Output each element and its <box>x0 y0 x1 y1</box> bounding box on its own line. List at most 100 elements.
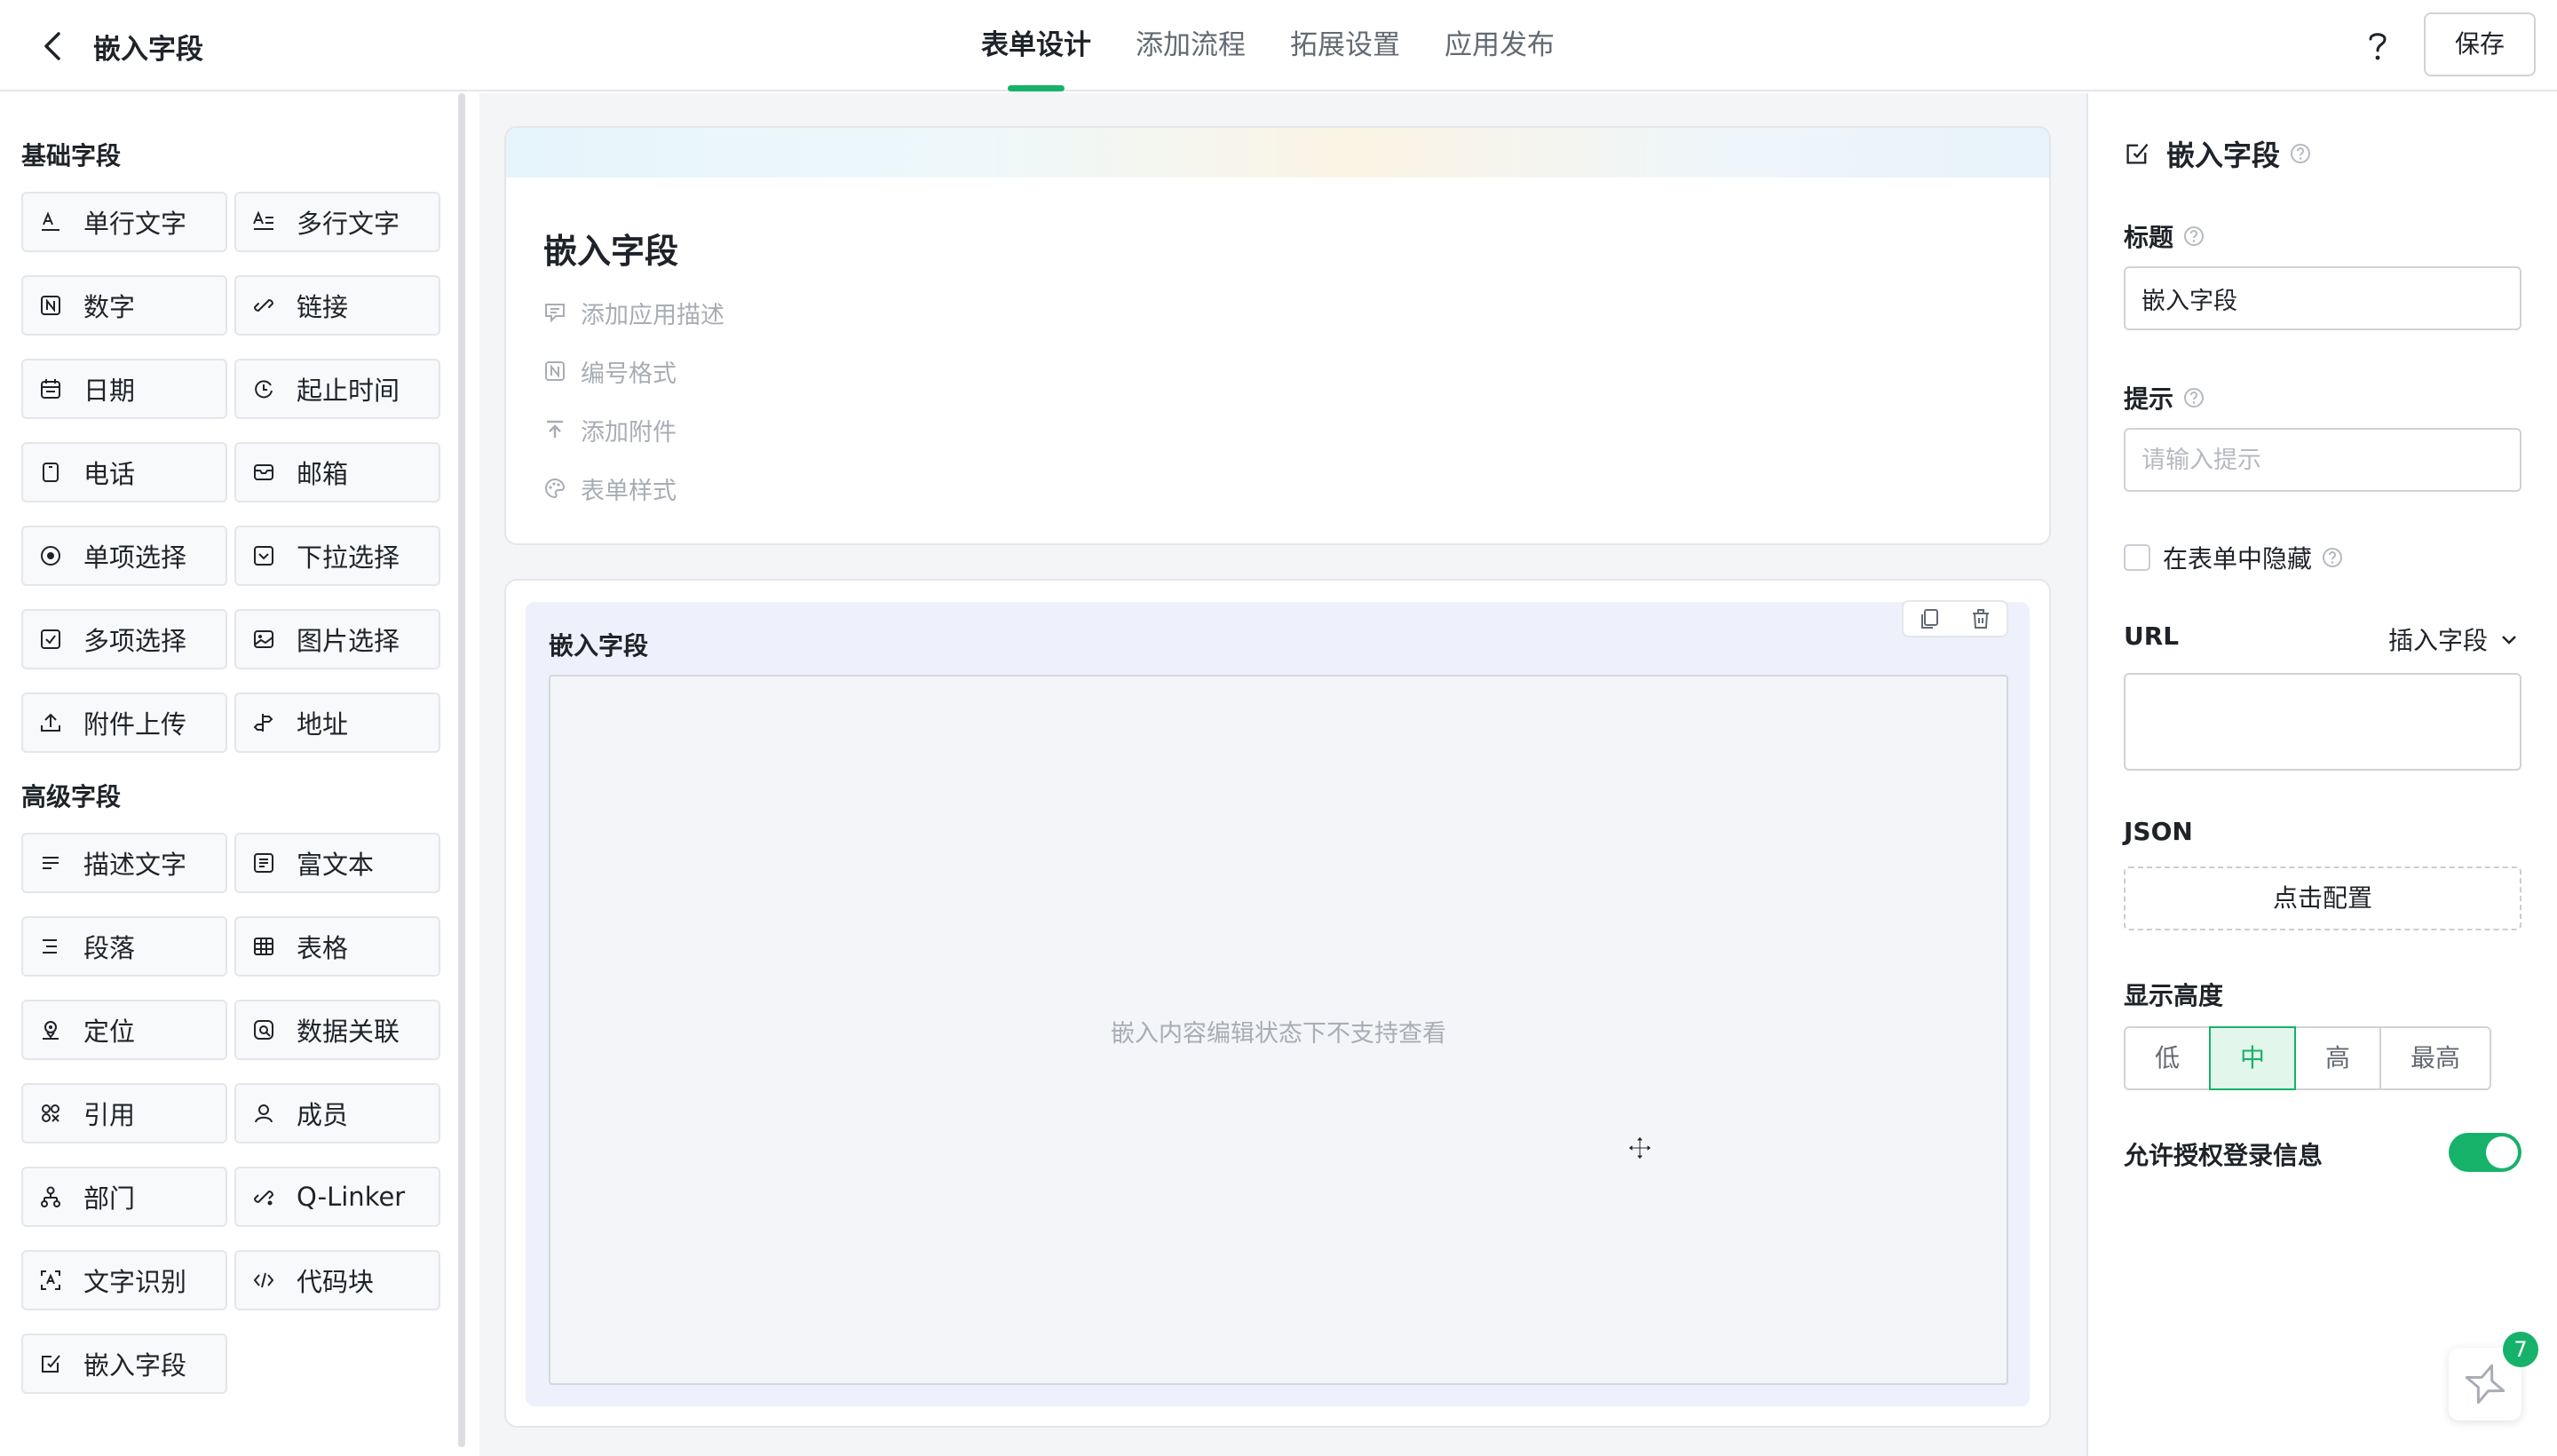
field-paragraph[interactable]: 段落 <box>21 916 227 977</box>
tab-label: 应用发布 <box>1445 29 1555 61</box>
properties-title: 嵌入字段 <box>2166 138 2281 172</box>
hint-help-icon[interactable] <box>2182 386 2205 409</box>
embed-preview-area: 嵌入内容编辑状态下不支持查看 <box>549 675 2008 1385</box>
field-multi-choice[interactable]: 多项选择 <box>21 609 227 669</box>
form-header-card[interactable]: 嵌入字段 添加应用描述 编号格式 添加附件 表单样式 <box>504 126 2051 545</box>
basic-fields-title: 基础字段 <box>21 141 122 170</box>
tab-form-design[interactable]: 表单设计 <box>981 0 1091 91</box>
field-label: 附件上传 <box>83 709 187 740</box>
field-location[interactable]: 定位 <box>21 1000 227 1060</box>
field-mail[interactable]: 邮箱 <box>234 442 440 502</box>
field-link[interactable]: 链接 <box>234 275 440 336</box>
hint-label-row: 提示 <box>2124 380 2205 415</box>
tab-publish-app[interactable]: 应用发布 <box>1445 0 1555 91</box>
field-image-choice[interactable]: 图片选择 <box>234 609 440 669</box>
dropdown-icon <box>252 544 275 567</box>
field-label: 部门 <box>83 1183 136 1214</box>
field-attachment-upload[interactable]: 附件上传 <box>21 692 227 753</box>
field-label: 代码块 <box>297 1267 375 1297</box>
field-ocr[interactable]: 文字识别 <box>21 1250 227 1310</box>
table-icon <box>252 935 275 958</box>
hide-help-icon[interactable] <box>2321 546 2344 569</box>
field-description-text[interactable]: 描述文字 <box>21 833 227 893</box>
height-option-highest[interactable]: 最高 <box>2379 1026 2491 1090</box>
hide-in-form-checkbox[interactable] <box>2124 544 2150 571</box>
field-label: 邮箱 <box>297 459 349 489</box>
form-banner <box>506 128 2049 178</box>
help-question-icon[interactable] <box>2360 27 2395 66</box>
allow-auth-label: 允许授权登录信息 <box>2124 1141 2323 1170</box>
field-number[interactable]: 数字 <box>21 275 227 336</box>
tab-extension-settings[interactable]: 拓展设置 <box>1290 0 1400 91</box>
allow-auth-toggle[interactable] <box>2449 1133 2521 1172</box>
palette-icon <box>543 477 566 500</box>
delete-icon[interactable] <box>1968 606 1993 631</box>
move-cursor-icon <box>1627 1135 1653 1161</box>
top-bar: 嵌入字段 表单设计 添加流程 拓展设置 应用发布 保存 <box>0 0 2557 91</box>
field-label: 链接 <box>297 292 349 322</box>
phone-icon <box>39 461 62 484</box>
add-app-description[interactable]: 添加应用描述 <box>543 297 724 329</box>
form-style[interactable]: 表单样式 <box>543 472 677 505</box>
field-table[interactable]: 表格 <box>234 916 440 977</box>
hint-label: 提示 <box>2124 384 2174 414</box>
height-option-high[interactable]: 高 <box>2294 1026 2381 1090</box>
signpost-icon <box>252 711 275 734</box>
field-label: 数字 <box>83 292 136 322</box>
mail-icon <box>252 461 275 484</box>
field-rich-text[interactable]: 富文本 <box>234 833 440 893</box>
field-label: 单项选择 <box>83 542 187 573</box>
height-option-medium[interactable]: 中 <box>2209 1026 2296 1090</box>
field-address[interactable]: 地址 <box>234 692 440 753</box>
height-option-low[interactable]: 低 <box>2124 1026 2211 1090</box>
number-format[interactable]: 编号格式 <box>543 355 677 388</box>
field-label: 日期 <box>83 376 136 406</box>
field-q-linker[interactable]: Q-Linker <box>234 1167 440 1227</box>
insert-field-dropdown[interactable]: 插入字段 <box>2388 621 2520 657</box>
field-single-choice[interactable]: 单项选择 <box>21 526 227 586</box>
field-label: 描述文字 <box>83 850 187 880</box>
add-attachment[interactable]: 添加附件 <box>543 414 677 447</box>
field-member[interactable]: 成员 <box>234 1083 440 1143</box>
back-arrow-icon[interactable] <box>39 30 67 62</box>
title-input[interactable] <box>2124 266 2521 330</box>
sparkle-star-icon <box>2458 1357 2512 1411</box>
title-help-icon[interactable] <box>2182 225 2205 248</box>
attachment-upload-icon <box>543 418 566 441</box>
copy-icon[interactable] <box>1917 606 1942 631</box>
radio-icon <box>39 544 62 567</box>
field-label: 文字识别 <box>83 1267 187 1297</box>
department-icon <box>39 1185 62 1208</box>
ocr-icon <box>39 1269 62 1292</box>
field-phone[interactable]: 电话 <box>21 442 227 502</box>
field-reference[interactable]: 引用 <box>21 1083 227 1143</box>
json-config-button[interactable]: 点击配置 <box>2124 866 2521 930</box>
single-line-text-icon <box>39 210 62 233</box>
field-multi-line-text[interactable]: 多行文字 <box>234 192 440 252</box>
field-department[interactable]: 部门 <box>21 1167 227 1227</box>
title-label-row: 标题 <box>2124 218 2205 254</box>
field-label: 富文本 <box>297 850 375 880</box>
field-time-range[interactable]: 起止时间 <box>234 359 440 419</box>
field-single-line-text[interactable]: 单行文字 <box>21 192 227 252</box>
comment-icon <box>543 301 566 324</box>
url-input[interactable] <box>2124 673 2521 771</box>
field-dropdown[interactable]: 下拉选择 <box>234 526 440 586</box>
field-date[interactable]: 日期 <box>21 359 227 419</box>
info-question-icon[interactable] <box>2289 142 2312 165</box>
hide-in-form-row: 在表单中隐藏 <box>2124 540 2344 575</box>
field-code-block[interactable]: 代码块 <box>234 1250 440 1310</box>
form-title[interactable]: 嵌入字段 <box>543 224 678 273</box>
hint-input[interactable] <box>2124 428 2521 492</box>
description-icon <box>39 851 62 874</box>
embed-field-label: 嵌入字段 <box>549 631 649 661</box>
hide-in-form-label: 在表单中隐藏 <box>2163 544 2313 574</box>
tab-add-process[interactable]: 添加流程 <box>1136 0 1246 91</box>
field-embed[interactable]: 嵌入字段 <box>21 1333 227 1394</box>
field-data-link[interactable]: 数据关联 <box>234 1000 440 1060</box>
field-label: 引用 <box>83 1100 136 1130</box>
save-button[interactable]: 保存 <box>2424 12 2536 76</box>
sidebar-scrollbar[interactable] <box>458 93 465 1447</box>
rich-text-icon <box>252 851 275 874</box>
member-icon <box>252 1102 275 1125</box>
